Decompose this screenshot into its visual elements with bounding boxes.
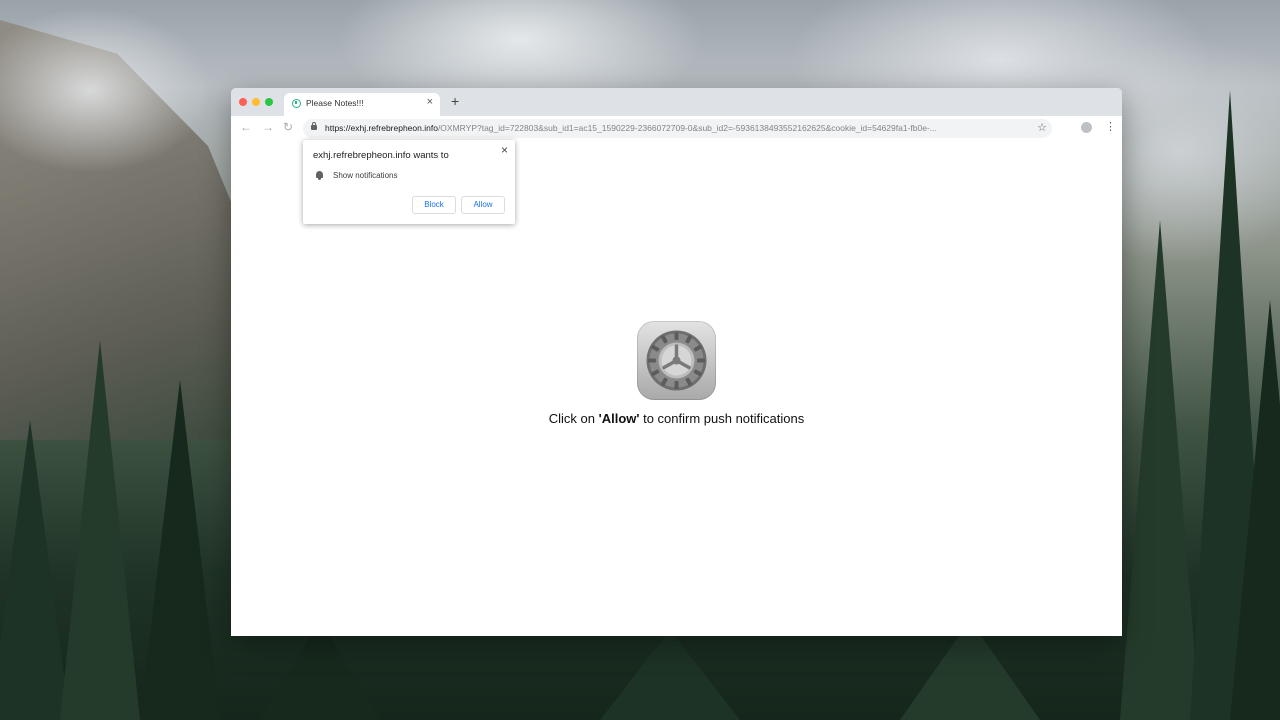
wallpaper-tree: [140, 380, 220, 720]
url-domain: https://exhj.refrebrepheon.info: [325, 123, 438, 133]
wallpaper-tree: [60, 340, 140, 720]
new-tab-button[interactable]: +: [451, 94, 459, 108]
cta-bold: 'Allow': [598, 411, 640, 426]
gear-icon: [646, 330, 707, 391]
block-button[interactable]: Block: [412, 196, 456, 214]
favicon-icon: [292, 99, 301, 108]
menu-icon[interactable]: ⋮: [1105, 120, 1116, 133]
lock-icon[interactable]: [311, 122, 317, 130]
star-icon[interactable]: ☆: [1037, 121, 1047, 134]
tab-title: Please Notes!!!: [306, 98, 364, 108]
popup-close-icon[interactable]: ×: [501, 143, 508, 157]
wallpaper-tree: [600, 630, 740, 720]
cta-prefix: Click on: [548, 411, 599, 426]
allow-button[interactable]: Allow: [461, 196, 505, 214]
url-text[interactable]: https://exhj.refrebrepheon.info/OXMRYP?t…: [325, 123, 1025, 133]
bell-icon: [316, 171, 323, 180]
cta-message: Click on 'Allow' to confirm push notific…: [231, 411, 1122, 426]
profile-icon[interactable]: [1081, 122, 1092, 133]
tab-active[interactable]: Please Notes!!! ×: [284, 93, 440, 116]
browser-toolbar: ← → ↻ https://exhj.refrebrepheon.info/OX…: [231, 116, 1122, 142]
back-button[interactable]: ←: [240, 120, 252, 134]
cta-suffix: to confirm push notifications: [639, 411, 805, 426]
wallpaper-tree: [1230, 300, 1280, 720]
popup-title: exhj.refrebrepheon.info wants to: [313, 150, 449, 161]
forward-button[interactable]: →: [262, 120, 274, 134]
maximize-window-button[interactable]: [265, 98, 273, 106]
settings-gear-icon: [637, 321, 716, 400]
popup-permission-label: Show notifications: [333, 171, 398, 180]
tab-bar: Please Notes!!! × +: [231, 88, 1122, 116]
address-bar[interactable]: https://exhj.refrebrepheon.info/OXMRYP?t…: [303, 119, 1052, 138]
wallpaper-tree: [1120, 220, 1200, 720]
notification-permission-popup: exhj.refrebrepheon.info wants to × Show …: [303, 140, 515, 224]
browser-window: Please Notes!!! × + ← → ↻ https://exhj.r…: [231, 88, 1122, 636]
tab-close-icon[interactable]: ×: [427, 96, 433, 108]
minimize-window-button[interactable]: [252, 98, 260, 106]
reload-button[interactable]: ↻: [283, 120, 293, 134]
close-window-button[interactable]: [239, 98, 247, 106]
url-path: /OXMRYP?tag_id=722803&sub_id1=ac15_15902…: [437, 123, 937, 133]
